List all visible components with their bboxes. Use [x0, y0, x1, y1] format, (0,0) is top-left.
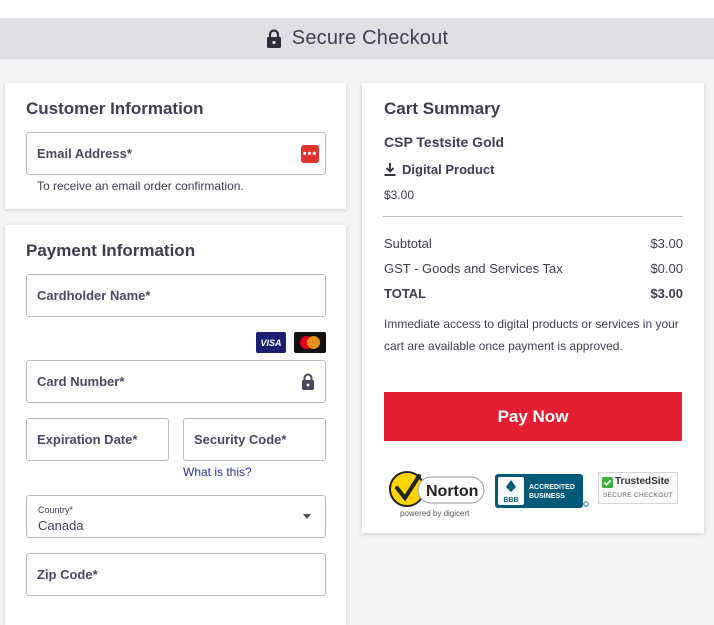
total-label: TOTAL: [384, 286, 427, 301]
password-manager-icon[interactable]: •••: [301, 145, 319, 163]
total-value: $3.00: [650, 286, 683, 301]
bbb-mark: BBB: [503, 497, 518, 504]
trustedsite-sub: SECURE CHECKOUT: [603, 492, 673, 499]
lock-icon: [266, 28, 281, 48]
cart-summary-heading: Cart Summary: [384, 99, 501, 118]
chevron-down-icon: [303, 514, 311, 519]
visa-icon: VISA: [256, 332, 286, 353]
subtotal-label: Subtotal: [384, 236, 432, 251]
top-strip: [0, 0, 714, 18]
subtotal-row: Subtotal $3.00: [384, 236, 683, 251]
tax-row: GST - Goods and Services Tax $0.00: [384, 261, 683, 276]
page-title: Secure Checkout: [291, 27, 449, 49]
expiration-date-label: Expiration Date*: [37, 432, 138, 447]
security-code-field[interactable]: Security Code*: [183, 418, 326, 461]
email-field[interactable]: Email Address* •••: [26, 132, 326, 175]
email-help-text: To receive an email order confirmation.: [37, 179, 244, 193]
product-type-label: Digital Product: [402, 162, 495, 177]
expiration-date-field[interactable]: Expiration Date*: [26, 418, 169, 461]
cardholder-name-field[interactable]: Cardholder Name*: [26, 274, 326, 317]
cardholder-name-label: Cardholder Name*: [37, 288, 151, 303]
lock-icon: [302, 373, 314, 390]
download-icon: [384, 163, 396, 176]
email-label: Email Address*: [37, 146, 132, 161]
product-type: Digital Product: [384, 162, 494, 177]
trustedsite-name: TrustedSite: [615, 476, 670, 487]
product-name: CSP Testsite Gold: [384, 134, 505, 150]
bbb-line2: BUSINESS: [529, 493, 565, 500]
bbb-accredited-badge[interactable]: BBB ACCREDITED BUSINESS: [495, 474, 590, 508]
country-value: Canada: [38, 518, 84, 533]
zip-code-field[interactable]: Zip Code*: [26, 553, 326, 596]
tax-label: GST - Goods and Services Tax: [384, 261, 563, 276]
payment-information-heading: Payment Information: [26, 241, 196, 260]
trustedsite-badge[interactable]: TrustedSite SECURE CHECKOUT: [598, 472, 678, 504]
divider: [383, 216, 683, 217]
product-price: $3.00: [384, 188, 415, 202]
country-label: Country*: [38, 505, 74, 515]
digital-access-note: Immediate access to digital products or …: [384, 317, 679, 353]
norton-badge[interactable]: Norton powered by digicert: [388, 467, 488, 519]
check-icon: [602, 477, 613, 488]
customer-information-card: Customer Information Email Address* ••• …: [5, 83, 346, 209]
country-select[interactable]: Country* Canada: [26, 495, 326, 538]
pay-now-button[interactable]: Pay Now: [384, 392, 682, 441]
payment-information-card: Payment Information Cardholder Name* Car…: [5, 225, 346, 625]
norton-sub: powered by digicert: [400, 509, 470, 518]
norton-name: Norton: [426, 483, 478, 500]
customer-information-heading: Customer Information: [26, 99, 204, 118]
cart-summary-card: Cart Summary CSP Testsite Gold Digital P…: [362, 83, 704, 533]
zip-code-label: Zip Code*: [37, 567, 98, 582]
mastercard-icon: [294, 332, 326, 353]
security-code-label: Security Code*: [194, 432, 287, 447]
subtotal-value: $3.00: [650, 236, 683, 251]
bbb-line1: ACCREDITED: [529, 484, 575, 491]
page-header: Secure Checkout: [0, 18, 714, 59]
tax-value: $0.00: [650, 261, 683, 276]
card-number-field[interactable]: Card Number*: [26, 360, 326, 403]
what-is-this-link[interactable]: What is this?: [183, 465, 252, 479]
total-row: TOTAL $3.00: [384, 286, 683, 301]
card-number-label: Card Number*: [37, 374, 125, 389]
